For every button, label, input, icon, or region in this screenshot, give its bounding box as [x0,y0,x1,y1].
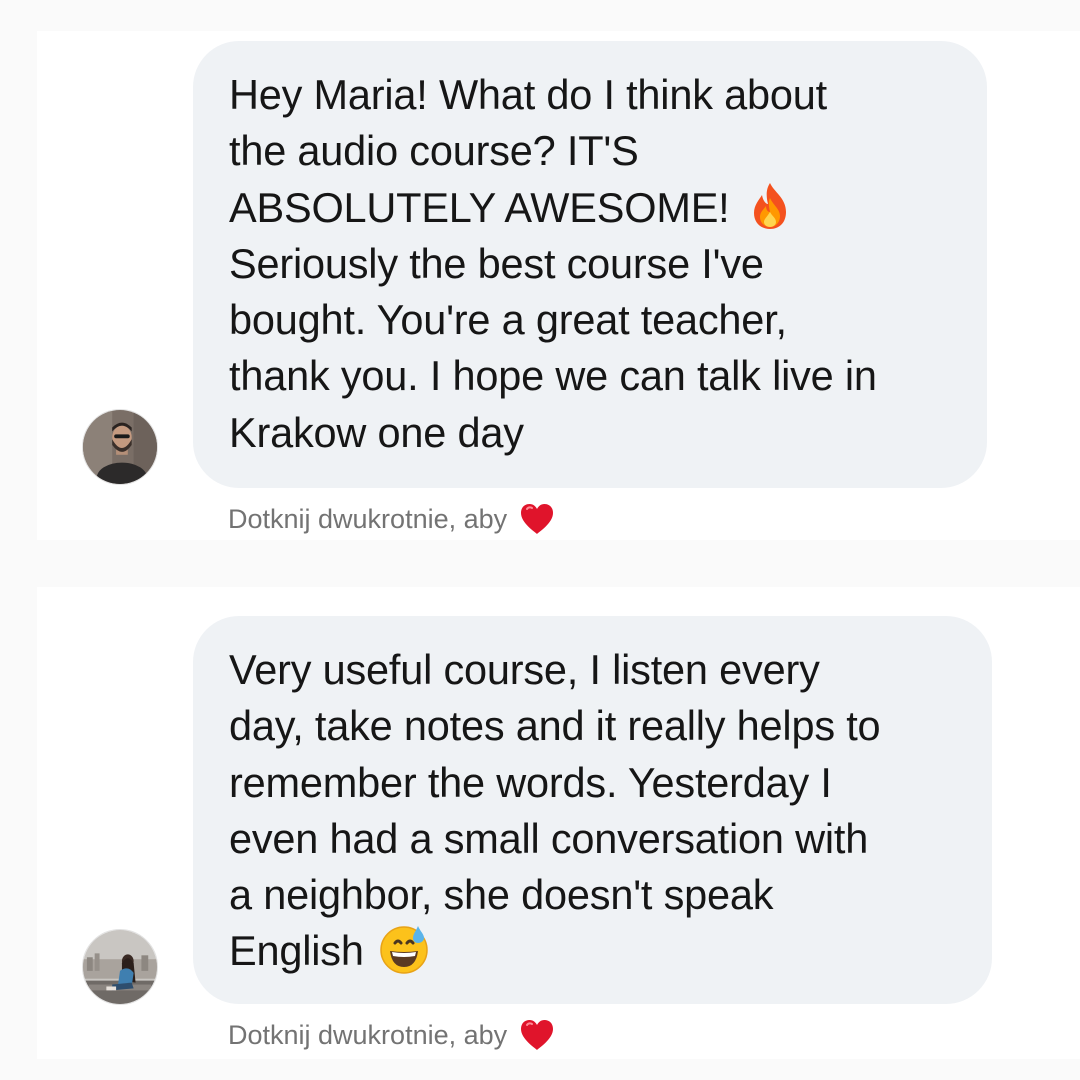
message-line: Seriously the best course I've [229,239,764,287]
heart-icon[interactable] [519,1018,555,1052]
grinning-sweat-emoji-icon [378,923,430,975]
double-tap-hint[interactable]: Dotknij dwukrotnie, aby [228,502,555,536]
message-bubble[interactable]: Hey Maria! What do I think about the aud… [193,41,987,488]
message-line: even had a small conversation with [229,814,869,862]
message-line-text: ABSOLUTELY AWESOME! [229,183,730,231]
message-line: Hey Maria! What do I think about [229,71,827,118]
message-line: bought. You're a great teacher, [229,296,787,344]
message-line-text: English [229,927,364,975]
message-bubble[interactable]: Very useful course, I listen every day, … [193,616,992,1004]
double-tap-hint[interactable]: Dotknij dwukrotnie, aby [228,1018,555,1052]
fire-emoji-icon [744,180,796,232]
message-line-with-emoji: ABSOLUTELY AWESOME! [229,180,951,236]
message-line: Krakow one day [229,408,524,456]
message-line: a neighbor, she doesn't speak [229,871,774,919]
avatar[interactable] [82,409,158,485]
message-line: the audio course? IT'S [229,127,639,175]
heart-icon[interactable] [519,502,555,536]
message-line: thank you. I hope we can talk live in [229,352,877,400]
avatar-woman-city-icon [83,930,157,1004]
hint-text: Dotknij dwukrotnie, aby [228,1020,508,1050]
avatar[interactable] [82,929,158,1005]
message-line-with-emoji: English [229,923,956,979]
chat-screenshot: Hey Maria! What do I think about the aud… [0,0,1080,1080]
message-line: Very useful course, I listen every [229,646,820,693]
hint-text: Dotknij dwukrotnie, aby [228,504,508,534]
message-card: Very useful course, I listen every day, … [37,587,1080,1059]
avatar-man-bearded-icon [83,410,157,484]
message-line: remember the words. Yesterday I [229,758,832,806]
message-card: Hey Maria! What do I think about the aud… [37,31,1080,540]
message-line: day, take notes and it really helps to [229,702,881,750]
